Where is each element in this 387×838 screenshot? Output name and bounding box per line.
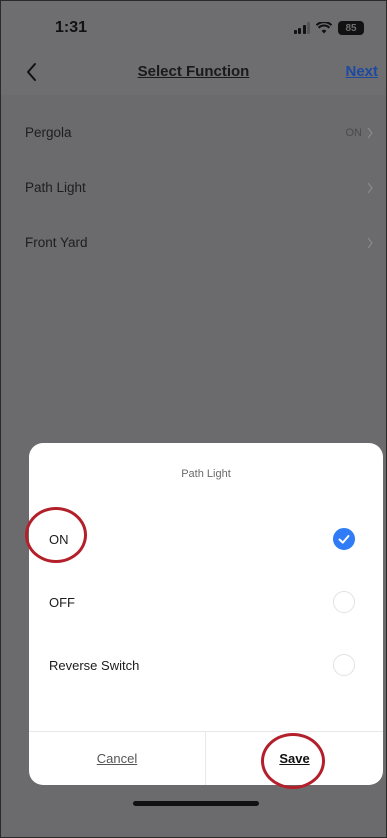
list-item-front-yard[interactable]: Front Yard xyxy=(1,215,386,270)
list-item-pergola[interactable]: Pergola ON xyxy=(1,105,386,160)
save-button[interactable]: Save xyxy=(206,731,383,785)
home-indicator[interactable] xyxy=(133,801,259,806)
status-icons: 85 xyxy=(293,20,364,36)
list-item-label: Front Yard xyxy=(25,235,88,250)
chevron-right-icon xyxy=(367,127,373,138)
radio-unchecked-icon[interactable] xyxy=(333,591,355,613)
option-on[interactable]: ON xyxy=(29,519,383,559)
radio-unchecked-icon[interactable] xyxy=(333,654,355,676)
status-bar: 1:31 85 xyxy=(1,1,386,57)
battery-icon: 85 xyxy=(338,21,364,35)
list-item-path-light[interactable]: Path Light xyxy=(1,160,386,215)
select-function-screen: 1:31 85 Select Function Next Pergola ON … xyxy=(1,1,386,837)
cancel-button[interactable]: Cancel xyxy=(29,731,205,785)
next-button[interactable]: Next xyxy=(345,63,378,80)
list-item-label: Pergola xyxy=(25,125,72,140)
option-label: OFF xyxy=(49,594,75,610)
chevron-right-icon xyxy=(367,182,373,193)
list-item-value: ON xyxy=(345,126,363,139)
signal-icon xyxy=(293,22,310,34)
option-reverse-switch[interactable]: Reverse Switch xyxy=(29,645,383,685)
radio-checked-icon[interactable] xyxy=(333,528,355,550)
phone-screen: 1:31 85 Select Function Next Pergola ON … xyxy=(0,0,387,838)
function-list: Pergola ON Path Light Front Yard xyxy=(1,105,386,270)
chevron-right-icon xyxy=(367,237,373,248)
sheet-title: Path Light xyxy=(181,468,231,480)
option-label: Reverse Switch xyxy=(49,657,140,673)
wifi-icon xyxy=(316,22,332,34)
function-option-sheet: Path Light ON OFF Reverse Switch Cancel … xyxy=(29,443,383,785)
list-item-label: Path Light xyxy=(25,180,86,195)
status-time: 1:31 xyxy=(55,19,88,36)
option-label: ON xyxy=(49,531,69,547)
option-off[interactable]: OFF xyxy=(29,582,383,622)
nav-bar: Select Function Next xyxy=(1,51,386,95)
page-title: Select Function xyxy=(137,63,250,80)
